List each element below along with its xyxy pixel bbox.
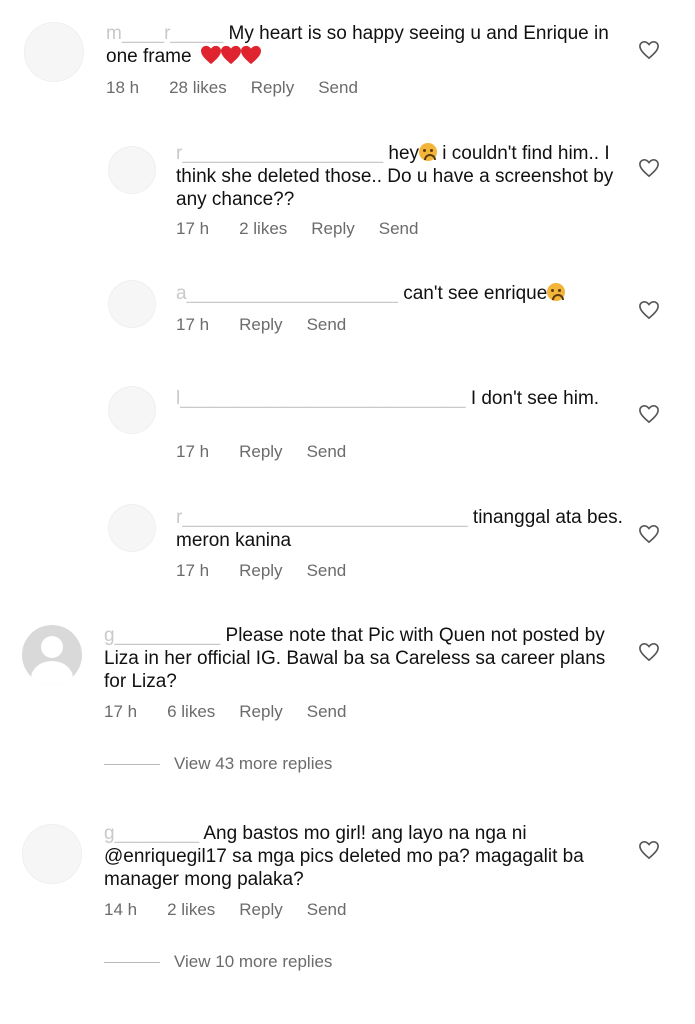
timestamp: 14 h <box>104 900 138 919</box>
heart-outline-icon[interactable] <box>638 524 660 544</box>
comment-meta: 18 h 28 likes Reply Send <box>106 78 382 98</box>
comment-meta: 14 h 2 likes Reply Send <box>104 900 370 920</box>
comment-text: r___________________ hey i couldn't find… <box>176 142 626 211</box>
username[interactable]: a____________________ <box>176 283 398 304</box>
avatar[interactable] <box>108 504 156 552</box>
comment-meta: 17 h Reply Send <box>176 315 370 335</box>
comment-meta: 17 h 6 likes Reply Send <box>104 702 370 722</box>
sad-face-emoji <box>547 283 566 301</box>
comment-text: g________ Ang bastos mo girl! ang layo n… <box>104 822 626 891</box>
username[interactable]: l___________________________ <box>176 388 466 409</box>
comment-body: can't see enrique <box>403 283 548 304</box>
reply-button[interactable]: Reply <box>239 442 282 461</box>
default-avatar-icon[interactable] <box>22 625 82 685</box>
timestamp: 17 h <box>176 315 210 334</box>
username[interactable]: g__________ <box>104 625 220 646</box>
username[interactable]: g________ <box>104 823 199 844</box>
timestamp: 17 h <box>176 561 210 580</box>
heart-outline-icon[interactable] <box>638 404 660 424</box>
reply-button[interactable]: Reply <box>239 315 282 334</box>
view-more-replies-button[interactable]: View 43 more replies <box>104 754 332 774</box>
reply-button[interactable]: Reply <box>239 900 282 919</box>
comment-text: r___________________________ tinanggal a… <box>176 506 626 552</box>
comment-body: I don't see him. <box>470 388 600 409</box>
send-button[interactable]: Send <box>318 78 358 97</box>
username[interactable]: r___________________________ <box>176 507 468 528</box>
send-button[interactable]: Send <box>307 561 347 580</box>
avatar[interactable] <box>108 146 156 194</box>
comment-text: m____r_____ My heart is so happy seeing … <box>106 22 626 68</box>
reply-button[interactable]: Reply <box>311 219 354 238</box>
view-replies-label: View 10 more replies <box>174 952 333 971</box>
heart-outline-icon[interactable] <box>638 158 660 178</box>
username[interactable]: r___________________ <box>176 143 383 164</box>
like-count[interactable]: 6 likes <box>167 702 215 721</box>
avatar[interactable] <box>108 386 156 434</box>
like-count[interactable]: 2 likes <box>239 219 287 238</box>
comment-body: Ang bastos mo girl! ang layo na nga ni <box>203 823 527 844</box>
timestamp: 17 h <box>176 219 210 238</box>
comment-meta: 17 h 2 likes Reply Send <box>176 219 442 239</box>
reply-button[interactable]: Reply <box>239 561 282 580</box>
timestamp: 18 h <box>106 78 140 97</box>
reply-button[interactable]: Reply <box>239 702 282 721</box>
heart-outline-icon[interactable] <box>638 300 660 320</box>
avatar[interactable] <box>22 824 82 884</box>
comment-text: a____________________ can't see enrique <box>176 282 626 305</box>
send-button[interactable]: Send <box>307 442 347 461</box>
send-button[interactable]: Send <box>307 315 347 334</box>
comment-body: hey <box>383 143 420 164</box>
timestamp: 17 h <box>176 442 210 461</box>
heart-outline-icon[interactable] <box>638 40 660 60</box>
comment-meta: 17 h Reply Send <box>176 442 370 462</box>
mention-link[interactable]: @enriquegil17 <box>104 846 227 867</box>
heart-outline-icon[interactable] <box>638 642 660 662</box>
timestamp: 17 h <box>104 702 138 721</box>
username[interactable]: m____r_____ <box>106 23 223 44</box>
send-button[interactable]: Send <box>307 702 347 721</box>
like-count[interactable]: 28 likes <box>169 78 227 97</box>
divider <box>104 962 160 964</box>
send-button[interactable]: Send <box>379 219 419 238</box>
comment-text: g__________ Please note that Pic with Qu… <box>104 624 626 693</box>
heart-outline-icon[interactable] <box>638 840 660 860</box>
avatar[interactable] <box>108 280 156 328</box>
like-count[interactable]: 2 likes <box>167 900 215 919</box>
sad-face-emoji <box>419 143 438 161</box>
comment-meta: 17 h Reply Send <box>176 561 370 581</box>
send-button[interactable]: Send <box>307 900 347 919</box>
reply-button[interactable]: Reply <box>251 78 294 97</box>
view-more-replies-button[interactable]: View 10 more replies <box>104 952 332 972</box>
comment-text: l___________________________ I don't see… <box>176 387 626 410</box>
red-heart-emoji <box>200 45 261 67</box>
view-replies-label: View 43 more replies <box>174 754 333 773</box>
avatar[interactable] <box>24 22 84 82</box>
divider <box>104 764 160 766</box>
